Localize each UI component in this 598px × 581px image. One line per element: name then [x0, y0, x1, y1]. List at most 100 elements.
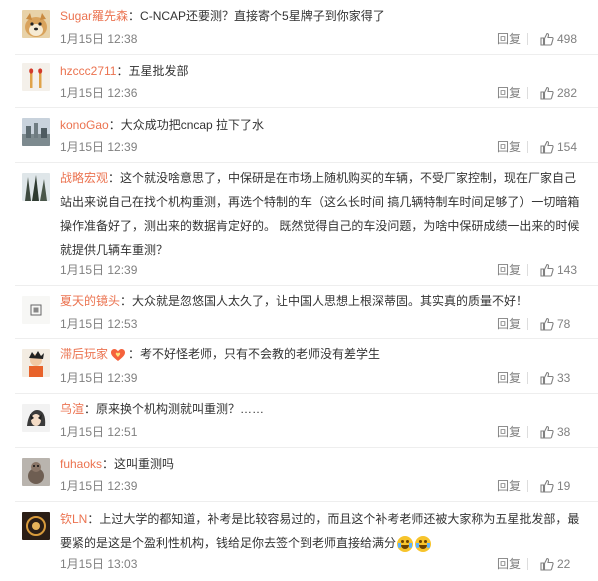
comment-time: 1月15日 13:03	[60, 557, 138, 571]
comment-body: ：这个就没啥意思了，中保研是在市场上随机购买的车辆，不受厂家控制，现在厂家自己站…	[60, 171, 580, 257]
action-separator	[527, 33, 528, 45]
action-separator	[527, 372, 528, 384]
username[interactable]: Sugar羅先森	[60, 9, 128, 23]
like-button[interactable]: 154	[540, 139, 577, 155]
reply-button[interactable]: 回复	[497, 316, 521, 332]
avatar[interactable]	[22, 118, 50, 146]
username[interactable]: hzccc2711	[60, 64, 116, 78]
comment-item: 战略宏观：这个就没啥意思了，中保研是在市场上随机购买的车辆，不受厂家控制，现在厂…	[0, 163, 598, 286]
like-button[interactable]: 19	[540, 478, 570, 494]
username[interactable]: 乌渲	[60, 402, 84, 416]
comment-item: 滞后玩家 ♥ ：考不好怪老师，只有不会教的老师没有差学生 1月15日 12:39 回…	[0, 339, 598, 394]
comment-body: ：考不好怪老师，只有不会教的老师没有差学生	[128, 347, 381, 361]
avatar[interactable]	[22, 296, 50, 324]
thumbs-up-icon	[540, 371, 554, 385]
thumbs-up-icon	[540, 263, 554, 277]
comment-item: 乌渲：原来换个机构测就叫重测？…… 1月15日 12:51 回复 38	[0, 394, 598, 448]
like-button[interactable]: 38	[540, 424, 570, 440]
action-separator	[527, 87, 528, 99]
like-count: 282	[557, 86, 578, 100]
comment-body: ：五星批发部	[116, 64, 189, 78]
thumbs-up-icon	[540, 557, 554, 571]
comment-text: fuhaoks：这叫重测吗	[60, 452, 585, 476]
like-count: 19	[557, 479, 571, 493]
avatar[interactable]	[22, 404, 50, 432]
action-separator	[527, 426, 528, 438]
action-separator	[527, 558, 528, 570]
vip-badge-icon: ♥	[111, 348, 126, 361]
comment-text: konoGao：大众成功把cncap 拉下了水	[60, 113, 585, 137]
reply-button[interactable]: 回复	[497, 424, 521, 440]
thumbs-up-icon	[540, 86, 554, 100]
comment-time: 1月15日 12:39	[60, 263, 138, 277]
like-count: 154	[557, 140, 578, 154]
action-separator	[527, 264, 528, 276]
like-count: 78	[557, 317, 571, 331]
comment-time: 1月15日 12:53	[60, 317, 138, 331]
comment-body: ：这叫重测吗	[102, 457, 175, 471]
comment-body: ：大众成功把cncap 拉下了水	[108, 118, 265, 132]
comment-time: 1月15日 12:36	[60, 86, 138, 100]
like-count: 498	[557, 32, 578, 46]
reply-button[interactable]: 回复	[497, 85, 521, 101]
avatar[interactable]	[22, 458, 50, 486]
like-button[interactable]: 498	[540, 31, 577, 47]
username[interactable]: 夏天的镜头	[60, 294, 120, 308]
like-button[interactable]: 143	[540, 262, 577, 278]
comment-time: 1月15日 12:39	[60, 140, 138, 154]
avatar[interactable]	[22, 63, 50, 91]
svg-text:♥: ♥	[115, 352, 120, 359]
comment-text: 战略宏观：这个就没啥意思了，中保研是在市场上随机购买的车辆，不受厂家控制，现在厂…	[60, 166, 585, 262]
reply-button[interactable]: 回复	[497, 370, 521, 386]
comment-text: Sugar羅先森：C-NCAP还要测？直接寄个5星牌子到你家得了	[60, 4, 585, 28]
like-count: 38	[557, 425, 571, 439]
comment-time: 1月15日 12:38	[60, 32, 138, 46]
action-separator	[527, 480, 528, 492]
username[interactable]: fuhaoks	[60, 457, 102, 471]
thumbs-up-icon	[540, 425, 554, 439]
laugh-cry-emoji-icon	[415, 535, 432, 552]
username[interactable]: 钦LN	[60, 512, 87, 526]
reply-button[interactable]: 回复	[497, 262, 521, 278]
comment-time: 1月15日 12:51	[60, 425, 138, 439]
reply-button[interactable]: 回复	[497, 139, 521, 155]
like-button[interactable]: 282	[540, 85, 577, 101]
comment-item: 夏天的镜头：大众就是忽悠国人太久了，让中国人思想上根深蒂固。其实真的质量不好！ …	[0, 286, 598, 339]
avatar[interactable]	[22, 173, 50, 201]
comment-text: hzccc2711：五星批发部	[60, 59, 585, 83]
like-button[interactable]: 22	[540, 556, 570, 572]
thumbs-up-icon	[540, 317, 554, 331]
action-separator	[527, 141, 528, 153]
avatar[interactable]	[22, 512, 50, 540]
reply-button[interactable]: 回复	[497, 31, 521, 47]
like-count: 33	[557, 371, 571, 385]
comment-body: ：C-NCAP还要测？直接寄个5星牌子到你家得了	[128, 9, 385, 23]
action-separator	[527, 318, 528, 330]
comment-item: fuhaoks：这叫重测吗 1月15日 12:39 回复 19	[0, 448, 598, 502]
comment-body: ：原来换个机构测就叫重测？……	[84, 402, 265, 416]
comment-item: hzccc2711：五星批发部 1月15日 12:36 回复 282	[0, 55, 598, 108]
comment-text: 夏天的镜头：大众就是忽悠国人太久了，让中国人思想上根深蒂固。其实真的质量不好！	[60, 289, 585, 313]
username[interactable]: konoGao	[60, 118, 109, 132]
like-button[interactable]: 78	[540, 316, 570, 332]
comment-time: 1月15日 12:39	[60, 479, 138, 493]
comment-time: 1月15日 12:39	[60, 371, 138, 385]
reply-button[interactable]: 回复	[497, 556, 521, 572]
thumbs-up-icon	[540, 479, 554, 493]
like-count: 143	[557, 263, 578, 277]
username[interactable]: 战略宏观	[60, 171, 108, 185]
comment-item: Sugar羅先森：C-NCAP还要测？直接寄个5星牌子到你家得了 1月15日 1…	[0, 0, 598, 55]
username[interactable]: 滞后玩家	[60, 347, 108, 361]
comment-item: 钦LN：上过大学的都知道，补考是比较容易过的，而且这个补考老师还被大家称为五星批…	[0, 502, 598, 581]
reply-button[interactable]: 回复	[497, 478, 521, 494]
laugh-cry-emoji-icon	[397, 535, 414, 552]
comment-text: 钦LN：上过大学的都知道，补考是比较容易过的，而且这个补考老师还被大家称为五星批…	[60, 507, 585, 555]
comment-item: konoGao：大众成功把cncap 拉下了水 1月15日 12:39 回复 1…	[0, 108, 598, 163]
avatar[interactable]	[22, 349, 50, 377]
like-count: 22	[557, 557, 571, 571]
avatar[interactable]	[22, 10, 50, 38]
thumbs-up-icon	[540, 140, 554, 154]
comment-text: 乌渲：原来换个机构测就叫重测？……	[60, 397, 585, 421]
comment-text: 滞后玩家 ♥ ：考不好怪老师，只有不会教的老师没有差学生	[60, 342, 585, 366]
like-button[interactable]: 33	[540, 370, 570, 386]
